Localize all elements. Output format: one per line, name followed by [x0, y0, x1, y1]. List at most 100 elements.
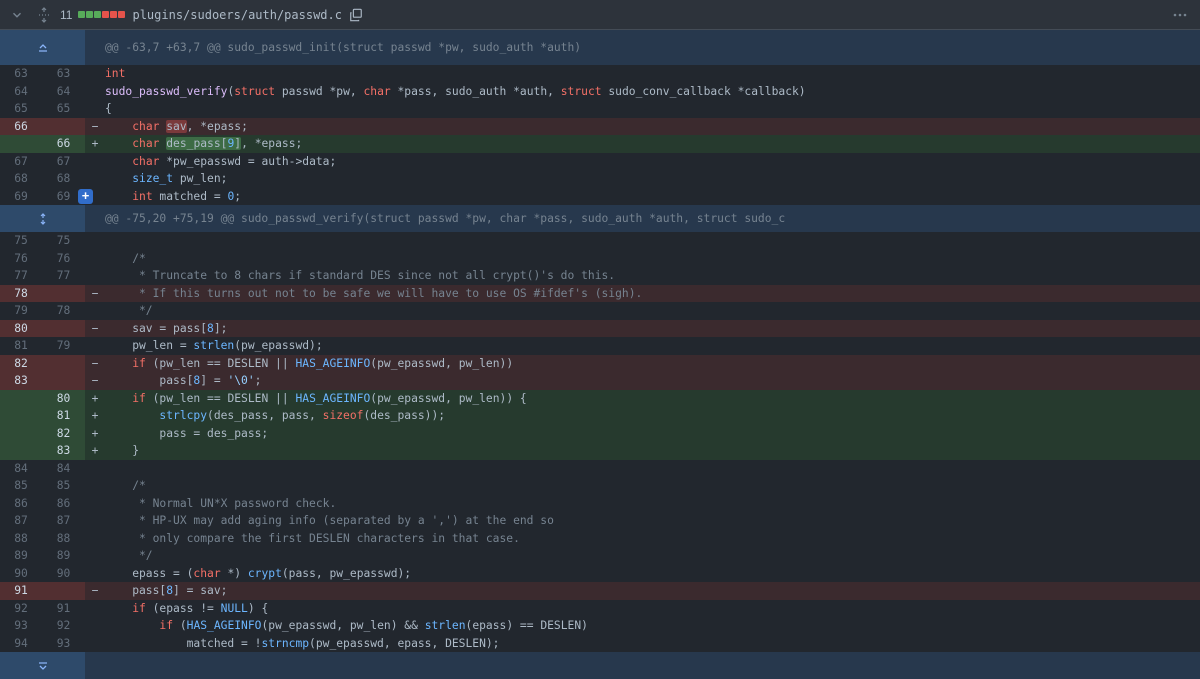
new-line-number[interactable]: 69 +	[42, 188, 93, 206]
code-line[interactable]: sav = pass[8];	[105, 320, 1200, 338]
expand-all-icon[interactable]	[36, 6, 52, 23]
new-line-number[interactable]: 79	[42, 337, 85, 355]
code-line[interactable]: if (HAS_AGEINFO(pw_epasswd, pw_len) && s…	[105, 617, 1200, 635]
new-line-number[interactable]: 83	[42, 442, 85, 460]
old-line-number[interactable]	[0, 407, 42, 425]
code-line[interactable]: * Normal UN*X password check.	[105, 495, 1200, 513]
new-line-number[interactable]: 82	[42, 424, 85, 442]
old-line-number[interactable]: 64	[0, 83, 42, 101]
old-line-number[interactable]: 79	[0, 302, 42, 320]
code-line[interactable]: pass[8] = sav;	[105, 582, 1200, 600]
old-line-number[interactable]: 94	[0, 635, 42, 653]
old-line-number[interactable]	[0, 389, 42, 407]
code-line[interactable]: * HP-UX may add aging info (separated by…	[105, 512, 1200, 530]
new-line-number[interactable]: 92	[42, 617, 85, 635]
code-line[interactable]: char des_pass[9], *epass;	[105, 135, 1200, 153]
new-line-number[interactable]	[42, 582, 85, 600]
more-options-icon[interactable]	[1172, 7, 1188, 23]
new-line-number[interactable]: 77	[42, 267, 85, 285]
new-line-number[interactable]	[42, 319, 85, 337]
old-line-number[interactable]: 83	[0, 372, 42, 390]
new-line-number[interactable]: 76	[42, 250, 85, 268]
old-line-number[interactable]: 90	[0, 565, 42, 583]
code-line[interactable]: if (pw_len == DESLEN || HAS_AGEINFO(pw_e…	[105, 390, 1200, 408]
old-line-number[interactable]: 65	[0, 100, 42, 118]
code-line[interactable]: }	[105, 442, 1200, 460]
code-line[interactable]: * only compare the first DESLEN characte…	[105, 530, 1200, 548]
new-line-number[interactable]: 67	[42, 153, 85, 171]
old-line-number[interactable]	[0, 424, 42, 442]
old-line-number[interactable]: 63	[0, 65, 42, 83]
old-line-number[interactable]	[0, 442, 42, 460]
old-line-number[interactable]: 85	[0, 477, 42, 495]
old-line-number[interactable]: 69	[0, 188, 42, 206]
code-line[interactable]: char *pw_epasswd = auth->data;	[105, 153, 1200, 171]
new-line-number[interactable]: 90	[42, 565, 85, 583]
old-line-number[interactable]: 78	[0, 284, 42, 302]
code-line[interactable]: if (pw_len == DESLEN || HAS_AGEINFO(pw_e…	[105, 355, 1200, 373]
code-line[interactable]: matched = !strncmp(pw_epasswd, epass, DE…	[105, 635, 1200, 653]
new-line-number[interactable]: 89	[42, 547, 85, 565]
old-line-number[interactable]: 89	[0, 547, 42, 565]
expand-up-button[interactable]	[0, 30, 85, 65]
new-line-number[interactable]	[42, 354, 85, 372]
new-line-number[interactable]: 78	[42, 302, 85, 320]
code-line[interactable]: * Truncate to 8 chars if standard DES si…	[105, 267, 1200, 285]
new-line-number[interactable]: 81	[42, 407, 85, 425]
code-line[interactable]: /*	[105, 250, 1200, 268]
new-line-number[interactable]: 75	[42, 232, 85, 250]
code-line[interactable]: strlcpy(des_pass, pass, sizeof(des_pass)…	[105, 407, 1200, 425]
old-line-number[interactable]: 92	[0, 600, 42, 618]
new-line-number[interactable]: 88	[42, 530, 85, 548]
new-line-number[interactable]: 66	[42, 135, 85, 153]
new-line-number[interactable]: 85	[42, 477, 85, 495]
code-line[interactable]: /*	[105, 477, 1200, 495]
old-line-number[interactable]: 76	[0, 250, 42, 268]
code-line[interactable]: size_t pw_len;	[105, 170, 1200, 188]
old-line-number[interactable]: 87	[0, 512, 42, 530]
code-line[interactable]	[105, 232, 1200, 250]
old-line-number[interactable]: 86	[0, 495, 42, 513]
expand-both-button[interactable]	[0, 205, 85, 232]
new-line-number[interactable]	[42, 284, 85, 302]
new-line-number[interactable]: 63	[42, 65, 85, 83]
old-line-number[interactable]: 68	[0, 170, 42, 188]
code-line[interactable]: */	[105, 302, 1200, 320]
old-line-number[interactable]: 84	[0, 460, 42, 478]
expand-down-button[interactable]	[0, 652, 85, 679]
new-line-number[interactable]: 80	[42, 389, 85, 407]
old-line-number[interactable]: 75	[0, 232, 42, 250]
code-line[interactable]: int	[105, 65, 1200, 83]
new-line-number[interactable]: 93	[42, 635, 85, 653]
code-line[interactable]: * If this turns out not to be safe we wi…	[105, 285, 1200, 303]
code-line[interactable]: pass = des_pass;	[105, 425, 1200, 443]
code-line[interactable]: pw_len = strlen(pw_epasswd);	[105, 337, 1200, 355]
code-line[interactable]: pass[8] = '\0';	[105, 372, 1200, 390]
old-line-number[interactable]: 93	[0, 617, 42, 635]
old-line-number[interactable]: 81	[0, 337, 42, 355]
chevron-down-icon[interactable]	[10, 8, 24, 22]
old-line-number[interactable]: 77	[0, 267, 42, 285]
old-line-number[interactable]: 66	[0, 117, 42, 135]
old-line-number[interactable]: 80	[0, 319, 42, 337]
new-line-number[interactable]: 87	[42, 512, 85, 530]
new-line-number[interactable]	[42, 117, 85, 135]
new-line-number[interactable]: 84	[42, 460, 85, 478]
old-line-number[interactable]: 67	[0, 153, 42, 171]
code-line[interactable]: int matched = 0;	[105, 188, 1200, 206]
new-line-number[interactable]: 86	[42, 495, 85, 513]
code-line[interactable]: {	[105, 100, 1200, 118]
code-line[interactable]: */	[105, 547, 1200, 565]
new-line-number[interactable]: 64	[42, 83, 85, 101]
code-line[interactable]: char sav, *epass;	[105, 118, 1200, 136]
copy-icon[interactable]	[349, 8, 363, 22]
code-line[interactable]: if (epass != NULL) {	[105, 600, 1200, 618]
code-line[interactable]: epass = (char *) crypt(pass, pw_epasswd)…	[105, 565, 1200, 583]
code-line[interactable]	[105, 460, 1200, 478]
new-line-number[interactable]: 68	[42, 170, 85, 188]
old-line-number[interactable]	[0, 135, 42, 153]
file-path[interactable]: plugins/sudoers/auth/passwd.c	[132, 8, 342, 22]
code-line[interactable]: sudo_passwd_verify(struct passwd *pw, ch…	[105, 83, 1200, 101]
add-comment-button[interactable]: +	[78, 188, 93, 204]
new-line-number[interactable]	[42, 372, 85, 390]
